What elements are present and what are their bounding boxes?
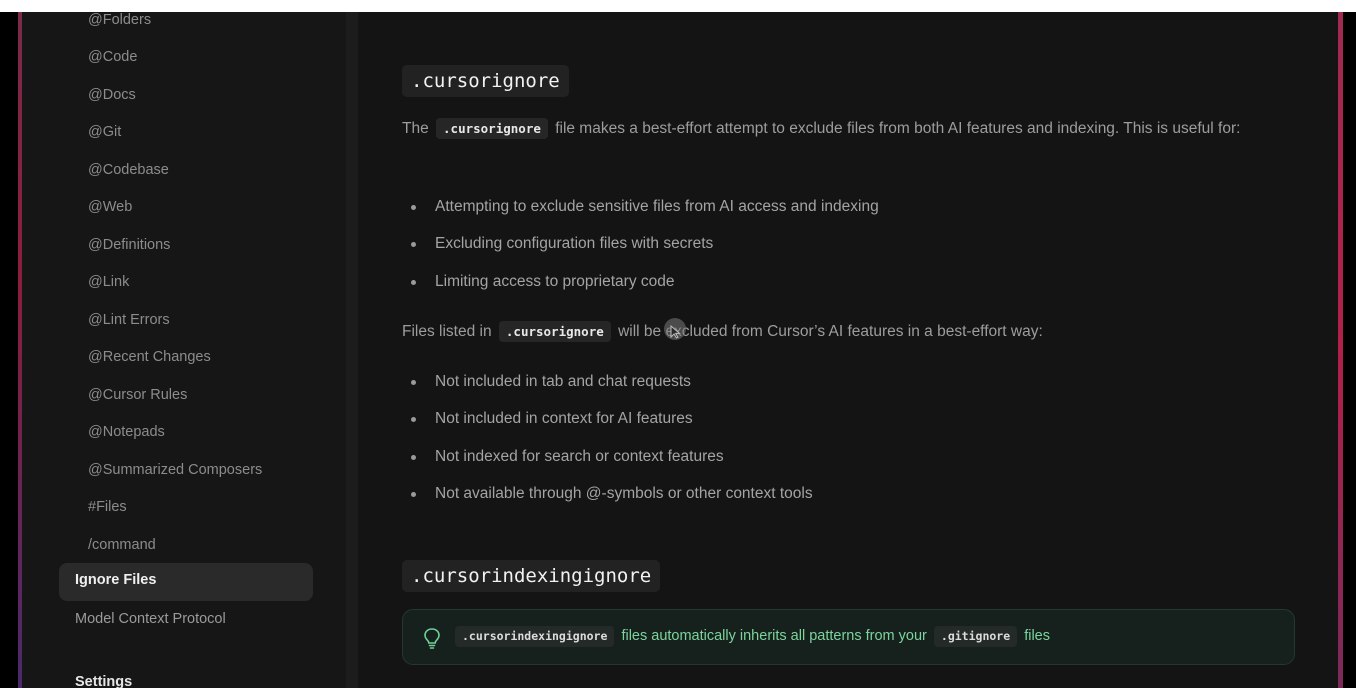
sidebar-item-cursor-rules[interactable]: @Cursor Rules	[88, 385, 187, 405]
sidebar-item-notepads[interactable]: @Notepads	[88, 422, 165, 442]
heading-cursorignore: .cursorignore	[402, 65, 569, 97]
intro-text-after: file makes a best-effort attempt to excl…	[555, 120, 1241, 137]
tip-message-end: files	[1024, 628, 1050, 644]
sidebar-item-git[interactable]: @Git	[88, 122, 121, 142]
intro-text-before: The	[402, 120, 429, 137]
sidebar-item-definitions[interactable]: @Definitions	[88, 235, 170, 255]
tip-callout: .cursorindexingignore files automaticall…	[402, 609, 1295, 665]
sidebar-item-code[interactable]: @Code	[88, 47, 137, 67]
main-content: .cursorignore The .cursorignore file mak…	[358, 12, 1338, 688]
list-item: Not included in context for AI features	[411, 410, 693, 427]
list-item: Not indexed for search or context featur…	[411, 448, 724, 465]
sidebar-item-summarized-composers[interactable]: @Summarized Composers	[88, 460, 262, 480]
sidebar-item-model-context-protocol[interactable]: Model Context Protocol	[75, 609, 226, 629]
heading-cursorindexingignore: .cursorindexingignore	[402, 560, 661, 592]
sidebar-divider	[346, 12, 358, 688]
sidebar-item-codebase[interactable]: @Codebase	[88, 160, 169, 180]
sidebar-item-link[interactable]: @Link	[88, 272, 129, 292]
tip-message: files automatically inherits all pattern…	[621, 628, 927, 644]
sidebar-section-settings[interactable]: Settings	[75, 674, 132, 688]
mouse-pointer-icon	[670, 325, 681, 339]
sidebar-nav: @Folders @Code @Docs @Git @Codebase @Web…	[22, 12, 346, 688]
sidebar-item-lint-errors[interactable]: @Lint Errors	[88, 310, 170, 330]
inline-code-gitignore: .gitignore	[933, 626, 1018, 647]
list-item: Not available through @-symbols or other…	[411, 485, 813, 502]
tip-text: .cursorindexingignore files automaticall…	[452, 626, 1050, 647]
inline-code-cursorignore: .cursorignore	[436, 118, 548, 139]
sidebar-item-ignore-files[interactable]: Ignore Files	[59, 563, 313, 601]
listed-text-before: Files listed in	[402, 323, 492, 340]
screen: @Folders @Code @Docs @Git @Codebase @Web…	[0, 0, 1356, 688]
lightbulb-icon	[423, 627, 441, 649]
intro-paragraph: The .cursorignore file makes a best-effo…	[402, 114, 1302, 143]
files-listed-paragraph: Files listed in .cursorignore will be ex…	[402, 317, 1302, 346]
list-item: Limiting access to proprietary code	[411, 273, 675, 290]
sidebar-item-folders[interactable]: @Folders	[88, 10, 151, 30]
inline-code-cursorignore: .cursorignore	[498, 321, 611, 342]
sidebar-item-command[interactable]: /command	[88, 535, 156, 555]
inline-code-cursorindexingignore: .cursorindexingignore	[455, 626, 615, 647]
window-edge-right	[1338, 12, 1343, 688]
sidebar-item-recent-changes[interactable]: @Recent Changes	[88, 347, 211, 367]
sidebar-item-files[interactable]: #Files	[88, 497, 127, 517]
list-item: Excluding configuration files with secre…	[410, 235, 714, 252]
list-item: Attempting to exclude sensitive files fr…	[411, 198, 879, 215]
sidebar-item-docs[interactable]: @Docs	[88, 85, 136, 105]
window-top-bar	[0, 0, 1356, 12]
sidebar-item-label: Ignore Files	[75, 572, 157, 588]
list-item: Not included in tab and chat requests	[411, 373, 691, 390]
sidebar-item-web[interactable]: @Web	[88, 197, 132, 217]
docs-app: @Folders @Code @Docs @Git @Codebase @Web…	[22, 12, 1338, 688]
